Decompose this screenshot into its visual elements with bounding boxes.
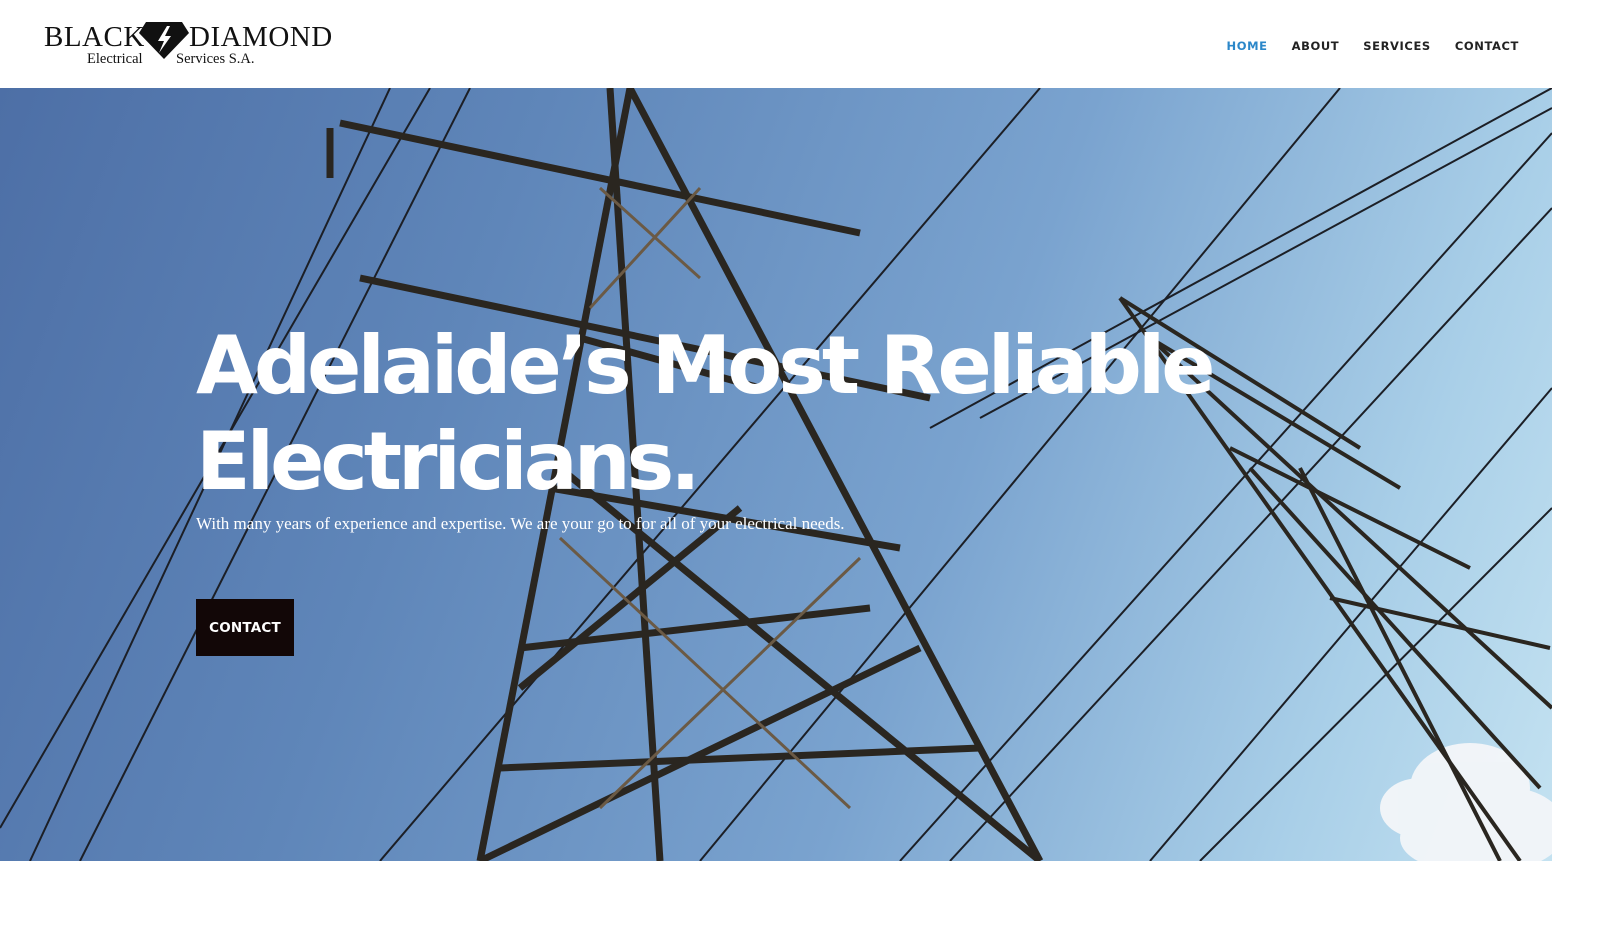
hero-subtitle: With many years of experience and expert… xyxy=(196,514,845,533)
hero-title-line1: Adelaide’s Most Reliable xyxy=(196,319,1216,412)
logo-word-diamond: DIAMOND xyxy=(189,21,333,53)
hero-section: Adelaide’s Most Reliable Electricians. W… xyxy=(0,88,1552,861)
nav-contact[interactable]: CONTACT xyxy=(1455,38,1519,56)
nav-services[interactable]: SERVICES xyxy=(1363,38,1431,56)
site-header: BLACK DIAMOND Electrical Services S.A. H… xyxy=(0,0,1600,88)
hero-title: Adelaide’s Most Reliable Electricians. xyxy=(196,318,1296,510)
logo-word-black: BLACK xyxy=(44,21,145,53)
nav-home[interactable]: HOME xyxy=(1227,38,1268,56)
hero-title-line2: Electricians. xyxy=(196,415,701,508)
brand-logo[interactable]: BLACK DIAMOND Electrical Services S.A. xyxy=(44,18,334,70)
main-nav: HOME ABOUT SERVICES CONTACT xyxy=(1227,38,1519,56)
logo-sub-services: Services S.A. xyxy=(176,51,255,67)
nav-about[interactable]: ABOUT xyxy=(1292,38,1340,56)
logo-sub-electrical: Electrical xyxy=(87,51,143,67)
contact-button[interactable]: CONTACT xyxy=(196,599,294,656)
